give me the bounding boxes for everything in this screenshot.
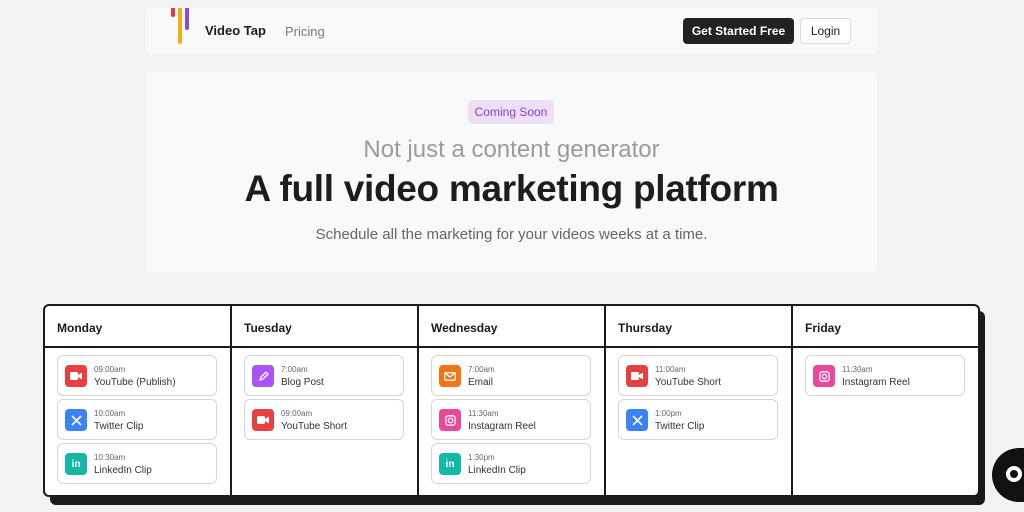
brand-name[interactable]: Video Tap xyxy=(205,23,266,38)
event-title: LinkedIn Clip xyxy=(468,465,526,476)
mail-icon xyxy=(439,365,461,387)
event-time: 11:00am xyxy=(655,365,686,374)
event-card[interactable]: 09:00am YouTube (Publish) xyxy=(57,355,217,396)
day-header: Thursday xyxy=(606,306,791,348)
video-camera-icon xyxy=(252,409,274,431)
linkedin-icon: in xyxy=(439,453,461,475)
hero-headline: A full video marketing platform xyxy=(244,168,779,209)
schedule-calendar: Monday 09:00am YouTube (Publish) 10:00am Twi… xyxy=(43,304,980,497)
event-time: 11:30am xyxy=(842,365,873,374)
chat-bubble-icon xyxy=(1006,466,1022,482)
event-time: 09:00am xyxy=(281,409,313,418)
nav-link-pricing[interactable]: Pricing xyxy=(285,24,325,39)
hero-description: Schedule all the marketing for your vide… xyxy=(315,226,708,243)
pen-icon xyxy=(252,365,274,387)
x-twitter-icon xyxy=(65,409,87,431)
day-header: Monday xyxy=(45,306,230,348)
event-list: 11:30am Instagram Reel xyxy=(793,348,978,396)
video-camera-icon xyxy=(626,365,648,387)
event-title: YouTube Short xyxy=(655,377,721,388)
instagram-icon xyxy=(439,409,461,431)
event-title: Blog Post xyxy=(281,377,324,388)
day-column-friday: Friday 11:30am Instagram Reel xyxy=(793,306,978,495)
day-header: Wednesday xyxy=(419,306,604,348)
video-camera-icon xyxy=(65,365,87,387)
day-column-wednesday: Wednesday 7:00am Email 11:30am Instagram Ree… xyxy=(419,306,606,495)
day-header: Friday xyxy=(793,306,978,348)
event-card[interactable]: 11:30am Instagram Reel xyxy=(431,399,591,440)
hero-section: Coming Soon Not just a content generator… xyxy=(146,72,877,272)
event-card[interactable]: 7:00am Email xyxy=(431,355,591,396)
hero-subheadline: Not just a content generator xyxy=(363,136,660,163)
event-title: YouTube Short xyxy=(281,421,347,432)
login-button[interactable]: Login xyxy=(800,18,851,44)
event-time: 7:00am xyxy=(468,365,495,374)
event-title: Instagram Reel xyxy=(468,421,536,432)
linkedin-icon: in xyxy=(65,453,87,475)
event-list: 7:00am Email 11:30am Instagram Reel in 1:30pm… xyxy=(419,348,604,484)
get-started-button[interactable]: Get Started Free xyxy=(683,18,794,44)
event-card[interactable]: 09:00am YouTube Short xyxy=(244,399,404,440)
event-time: 10:00am xyxy=(94,409,126,418)
day-column-tuesday: Tuesday 7:00am Blog Post 09:00am YouTube Sho… xyxy=(232,306,419,495)
event-card[interactable]: 7:00am Blog Post xyxy=(244,355,404,396)
event-card[interactable]: 11:00am YouTube Short xyxy=(618,355,778,396)
event-card[interactable]: 11:30am Instagram Reel xyxy=(805,355,965,396)
event-time: 1:00pm xyxy=(655,409,682,418)
chat-widget-button[interactable] xyxy=(992,448,1024,502)
event-title: Instagram Reel xyxy=(842,377,910,388)
event-card[interactable]: in 1:30pm LinkedIn Clip xyxy=(431,443,591,484)
x-twitter-icon xyxy=(626,409,648,431)
event-card[interactable]: in 10:30am LinkedIn Clip xyxy=(57,443,217,484)
event-time: 09:00am xyxy=(94,365,126,374)
day-column-thursday: Thursday 11:00am YouTube Short 1:00pm Twitte… xyxy=(606,306,793,495)
instagram-icon xyxy=(813,365,835,387)
event-card[interactable]: 10:00am Twitter Clip xyxy=(57,399,217,440)
event-title: Twitter Clip xyxy=(94,421,144,432)
event-list: 7:00am Blog Post 09:00am YouTube Short xyxy=(232,348,417,440)
event-card[interactable]: 1:00pm Twitter Clip xyxy=(618,399,778,440)
top-navbar: Video Tap Pricing Get Started Free Login xyxy=(145,8,878,54)
event-title: Twitter Clip xyxy=(655,421,705,432)
event-title: YouTube (Publish) xyxy=(94,377,176,388)
event-time: 7:00am xyxy=(281,365,308,374)
coming-soon-badge: Coming Soon xyxy=(468,100,554,124)
event-list: 11:00am YouTube Short 1:00pm Twitter Clip xyxy=(606,348,791,440)
event-time: 1:30pm xyxy=(468,453,495,462)
event-title: Email xyxy=(468,377,494,388)
event-list: 09:00am YouTube (Publish) 10:00am Twitter C… xyxy=(45,348,230,484)
event-time: 11:30am xyxy=(468,409,499,418)
video-tap-logo-icon[interactable] xyxy=(169,8,193,46)
event-title: LinkedIn Clip xyxy=(94,465,152,476)
day-column-monday: Monday 09:00am YouTube (Publish) 10:00am Twi… xyxy=(45,306,232,495)
day-header: Tuesday xyxy=(232,306,417,348)
event-time: 10:30am xyxy=(94,453,126,462)
